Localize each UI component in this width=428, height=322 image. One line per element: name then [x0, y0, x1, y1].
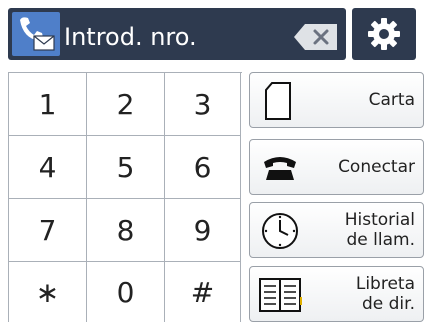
backspace-icon[interactable]	[293, 23, 339, 51]
carta-button[interactable]: Carta	[249, 72, 424, 128]
key-asterisk[interactable]: ∗	[9, 262, 87, 322]
gear-icon	[368, 18, 400, 50]
address-book-icon	[259, 278, 302, 312]
historial-label-line2: de llam.	[346, 230, 415, 250]
libreta-label-line1: Libreta	[355, 274, 415, 294]
libreta-label-line2: de dir.	[361, 294, 415, 314]
key-9[interactable]: 9	[165, 199, 241, 262]
clock-icon	[262, 213, 298, 249]
key-hash[interactable]: #	[165, 262, 241, 322]
phone-icon	[264, 157, 296, 180]
key-4[interactable]: 4	[9, 136, 87, 199]
carta-label: Carta	[368, 90, 415, 110]
conectar-button[interactable]: Conectar	[249, 139, 424, 195]
conectar-label: Conectar	[338, 157, 415, 177]
key-0[interactable]: 0	[87, 262, 165, 322]
dial-keypad: 1 2 3 4 5 6 7 8 9 ∗ 0 #	[8, 72, 242, 322]
key-7[interactable]: 7	[9, 199, 87, 262]
libreta-button[interactable]: Libreta de dir.	[249, 266, 424, 322]
key-2[interactable]: 2	[87, 73, 165, 136]
key-6[interactable]: 6	[165, 136, 241, 199]
key-1[interactable]: 1	[9, 73, 87, 136]
key-5[interactable]: 5	[87, 136, 165, 199]
historial-button[interactable]: Historial de llam.	[249, 202, 424, 258]
fax-icon[interactable]	[12, 12, 60, 56]
number-entry-placeholder: Introd. nro.	[64, 23, 197, 51]
key-3[interactable]: 3	[165, 73, 241, 136]
key-8[interactable]: 8	[87, 199, 165, 262]
settings-button[interactable]	[352, 8, 416, 60]
page-icon	[265, 82, 291, 120]
historial-label-line1: Historial	[344, 210, 415, 230]
